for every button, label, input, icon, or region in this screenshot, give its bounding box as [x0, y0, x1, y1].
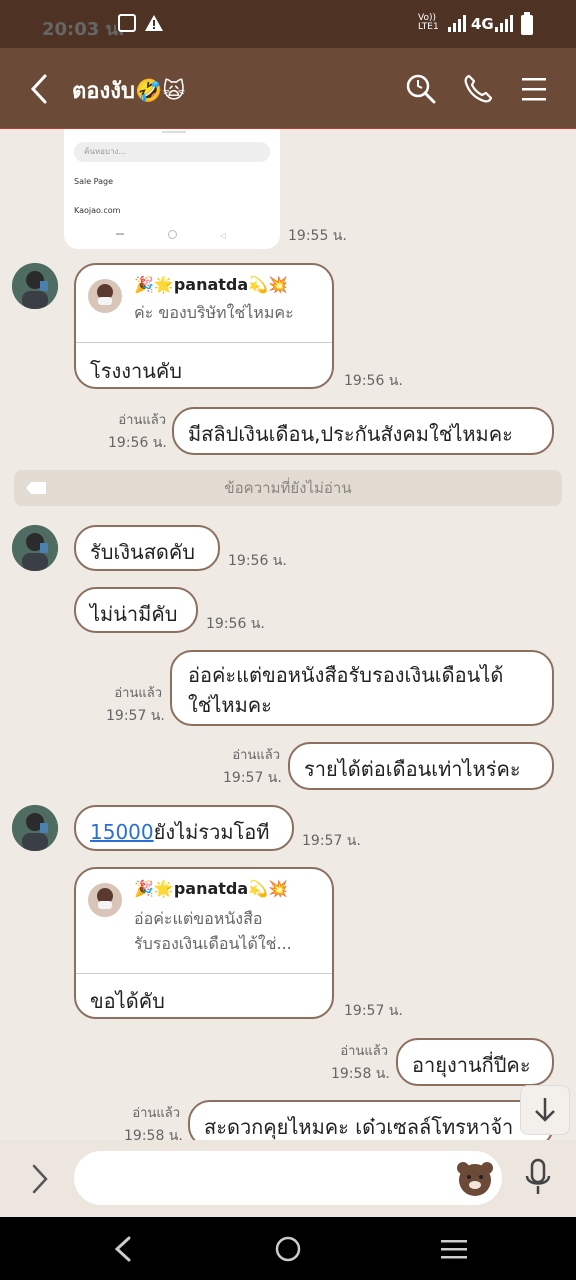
- quoted-avatar: [88, 279, 122, 313]
- message-text: สะดวกคุยไหมคะ เด๋วเซลล์โทรหาจ้า: [204, 1115, 514, 1139]
- volte-indicator: Vo)) LTE1: [418, 13, 439, 32]
- phone-number-link[interactable]: 15000: [90, 820, 154, 844]
- quoted-text-line-1: อ่อค่ะแต่ขอหนังสือ: [134, 909, 263, 928]
- message-time: 19:57 น.: [344, 1003, 403, 1019]
- message-time: 19:55 น.: [288, 228, 347, 244]
- message-text: ขอได้คับ: [90, 989, 165, 1013]
- avatar[interactable]: [12, 263, 58, 309]
- message-time: 19:57 น.: [223, 770, 282, 786]
- message-time: 19:58 น.: [331, 1066, 390, 1082]
- status-bar: 20:03 น. Vo)) LTE1 4G: [0, 0, 576, 48]
- bear-sticker-icon[interactable]: [456, 1160, 494, 1196]
- chat-title: ตองงับ🤣🙀: [72, 79, 186, 104]
- message-text: รับเงินสดคับ: [90, 540, 195, 564]
- preview-nav-recent: [116, 233, 124, 235]
- read-receipt: อ่านแล้ว: [340, 1044, 388, 1059]
- preview-nav-back: ◁: [220, 231, 227, 240]
- preview-row-1: Sale Page: [74, 177, 114, 186]
- quote-divider: [76, 973, 332, 974]
- message-bubble[interactable]: อายุงานกี่ปีคะ: [396, 1038, 554, 1086]
- scroll-to-bottom-button[interactable]: [520, 1085, 570, 1135]
- avatar[interactable]: [12, 805, 58, 851]
- message-bubble[interactable]: รับเงินสดคับ: [74, 525, 220, 571]
- shared-image[interactable]: ค้นหอบาง... Sale Page Kaojao.com ◁: [64, 129, 280, 249]
- signal-icon-2: [495, 15, 513, 32]
- preview-nav-home: [168, 230, 177, 239]
- chat-area[interactable]: ค้นหอบาง... Sale Page Kaojao.com ◁ 19:55…: [0, 129, 576, 1140]
- chat-header: ตองงับ🤣🙀: [0, 48, 576, 129]
- preview-search: ค้นหอบาง...: [74, 142, 270, 162]
- message-time: 19:56 น.: [344, 373, 403, 389]
- message-input[interactable]: [74, 1151, 502, 1205]
- read-receipt: อ่านแล้ว: [118, 413, 166, 428]
- message-bubble[interactable]: รายได้ต่อเดือนเท่าไหร่คะ: [288, 742, 554, 790]
- unread-divider: ข้อความที่ยังไม่อ่าน: [14, 470, 562, 506]
- reply-bubble[interactable]: 🎉🌟panatda💫💥 อ่อค่ะแต่ขอหนังสือ รับรองเงิ…: [74, 867, 334, 1019]
- avatar[interactable]: [12, 525, 58, 571]
- message-time: 19:57 น.: [106, 708, 165, 724]
- message-bubble[interactable]: 15000ยังไม่รวมโอที: [74, 805, 294, 851]
- app-notification-icon: [118, 14, 136, 32]
- menu-icon[interactable]: [520, 76, 548, 102]
- quote-divider: [76, 342, 332, 343]
- quoted-sender: 🎉🌟panatda💫💥: [134, 879, 289, 898]
- message-time: 19:56 น.: [228, 553, 287, 569]
- quoted-sender: 🎉🌟panatda💫💥: [134, 275, 289, 294]
- message-time: 19:57 น.: [302, 833, 361, 849]
- battery-icon: [521, 12, 533, 35]
- quoted-text-line-2: รับรองเงินเดือนได้ใช่...: [134, 934, 292, 953]
- nav-back-icon[interactable]: [112, 1235, 134, 1263]
- read-receipt: อ่านแล้ว: [132, 1106, 180, 1121]
- status-time: 20:03 น.: [42, 19, 125, 40]
- message-bubble[interactable]: สะดวกคุยไหมคะ เด๋วเซลล์โทรหาจ้า: [188, 1100, 554, 1140]
- quoted-text: ค่ะ ของบริษัทใช่ไหมคะ: [134, 303, 294, 322]
- quoted-avatar: [88, 883, 122, 917]
- message-text: ยังไม่รวมโอที: [153, 820, 270, 844]
- message-bubble[interactable]: มีสลิปเงินเดือน,ประกันสังคมใช่ไหมคะ: [172, 407, 554, 455]
- unread-label: ข้อความที่ยังไม่อ่าน: [224, 479, 352, 497]
- network-type: 4G: [471, 15, 494, 33]
- message-bubble[interactable]: ไม่น่ามีคับ: [74, 587, 198, 633]
- message-text: ไม่น่ามีคับ: [90, 602, 178, 626]
- message-time: 19:58 น.: [124, 1128, 183, 1140]
- message-time: 19:56 น.: [108, 435, 167, 451]
- warning-icon: [145, 15, 163, 31]
- message-time: 19:56 น.: [206, 616, 265, 632]
- read-receipt: อ่านแล้ว: [114, 686, 162, 701]
- message-text: โรงงานคับ: [90, 359, 182, 383]
- message-text: รายได้ต่อเดือนเท่าไหร่คะ: [304, 757, 521, 781]
- system-nav-bar: [0, 1217, 576, 1280]
- preview-row-2: Kaojao.com: [74, 206, 121, 215]
- signal-icon: [448, 15, 466, 32]
- back-chevron-icon[interactable]: [28, 74, 50, 104]
- message-text: อายุงานกี่ปีคะ: [412, 1053, 531, 1077]
- image-divider: [162, 131, 186, 133]
- mic-icon[interactable]: [524, 1158, 552, 1196]
- message-text: มีสลิปเงินเดือน,ประกันสังคมใช่ไหมคะ: [188, 422, 513, 446]
- reply-bubble[interactable]: 🎉🌟panatda💫💥 ค่ะ ของบริษัทใช่ไหมคะ โรงงาน…: [74, 263, 334, 389]
- chevron-right-icon[interactable]: [30, 1164, 50, 1194]
- read-receipt: อ่านแล้ว: [232, 748, 280, 763]
- arrow-down-icon: [535, 1098, 555, 1122]
- phone-icon[interactable]: [463, 74, 493, 104]
- nav-recent-icon[interactable]: [440, 1238, 468, 1260]
- message-text-line-2: ใช่ไหมคะ: [188, 693, 272, 717]
- message-bubble[interactable]: อ่อค่ะแต่ขอหนังสือรับรองเงินเดือนได้ ใช่…: [170, 650, 554, 726]
- message-text-line-1: อ่อค่ะแต่ขอหนังสือรับรองเงินเดือนได้: [188, 663, 504, 687]
- search-icon[interactable]: [406, 74, 436, 104]
- nav-home-icon[interactable]: [274, 1235, 302, 1263]
